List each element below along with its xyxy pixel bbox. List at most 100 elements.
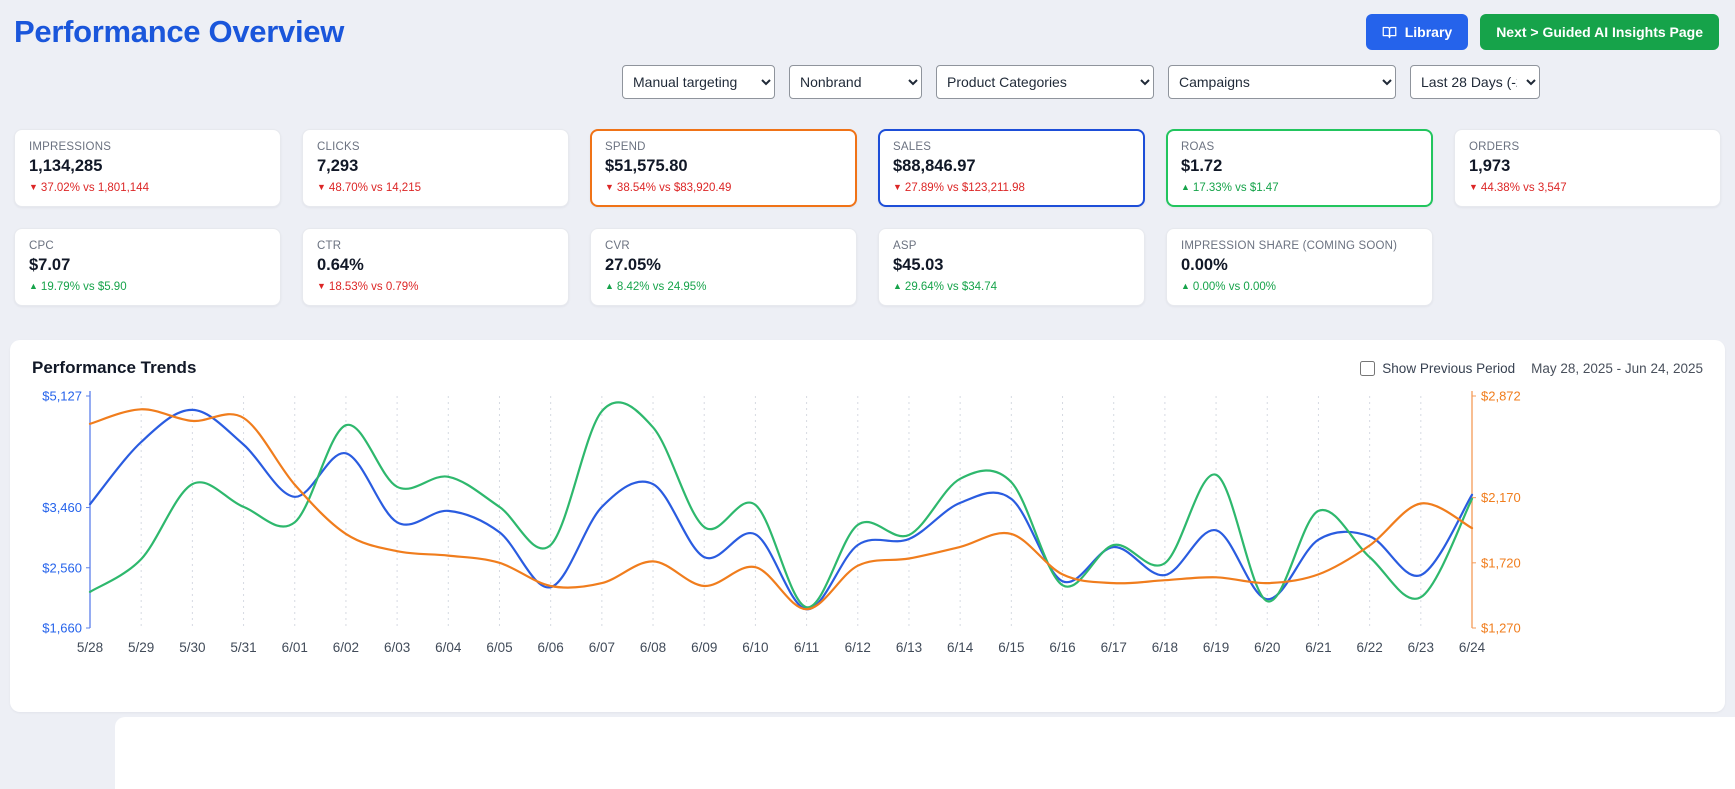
kpi-card-impression-share-coming-soon[interactable]: IMPRESSION SHARE (COMING SOON) 0.00% ▲ 0.00… bbox=[1166, 228, 1433, 306]
library-button-label: Library bbox=[1404, 24, 1453, 40]
kpi-delta-text: 19.79% vs $5.90 bbox=[40, 281, 127, 293]
date-range-text: May 28, 2025 - Jun 24, 2025 bbox=[1531, 360, 1703, 376]
x-axis-label: 6/24 bbox=[1459, 640, 1486, 655]
kpi-value: $51,575.80 bbox=[605, 157, 688, 175]
down-arrow-icon: ▼ bbox=[893, 182, 902, 192]
trend-header: Performance Trends Show Previous Period … bbox=[32, 358, 1703, 378]
x-axis-label: 6/01 bbox=[282, 640, 308, 655]
kpi-row-2: CPC $7.07 ▲ 19.79% vs $5.90 CTR 0.64% ▼ 18.53% … bbox=[14, 228, 1721, 306]
x-axis-label: 6/13 bbox=[896, 640, 922, 655]
up-arrow-icon: ▲ bbox=[1181, 281, 1190, 291]
kpi-delta: ▼ 44.38% vs 3,547 bbox=[1469, 182, 1706, 194]
kpi-label: ORDERS bbox=[1469, 141, 1520, 153]
kpi-card-clicks[interactable]: CLICKS 7,293 ▼ 48.70% vs 14,215 bbox=[302, 129, 569, 207]
up-arrow-icon: ▲ bbox=[1181, 182, 1190, 192]
kpi-value: 0.00% bbox=[1181, 256, 1228, 274]
campaigns-select[interactable]: Campaigns bbox=[1168, 65, 1396, 99]
top-bar: Performance Overview Library Next > Guid… bbox=[0, 0, 1735, 50]
x-axis-label: 5/31 bbox=[230, 640, 256, 655]
next-guided-ai-insights-button[interactable]: Next > Guided AI Insights Page bbox=[1480, 14, 1719, 50]
down-arrow-icon: ▼ bbox=[317, 281, 326, 291]
kpi-delta-text: 38.54% vs $83,920.49 bbox=[616, 182, 732, 194]
kpi-label: CPC bbox=[29, 240, 54, 252]
kpi-value: 1,134,285 bbox=[29, 157, 103, 175]
x-axis-label: 6/02 bbox=[333, 640, 359, 655]
show-previous-period-control: Show Previous Period bbox=[1360, 360, 1515, 376]
kpi-card-impressions[interactable]: IMPRESSIONS 1,134,285 ▼ 37.02% vs 1,801,144 bbox=[14, 129, 281, 207]
x-axis-label: 6/21 bbox=[1305, 640, 1331, 655]
filter-bar: Manual targeting Nonbrand Product Catego… bbox=[0, 65, 1540, 99]
kpi-card-roas[interactable]: ROAS $1.72 ▲ 17.33% vs $1.47 bbox=[1166, 129, 1433, 207]
date-range-select[interactable]: Last 28 Days (-2) bbox=[1410, 65, 1540, 99]
kpi-card-asp[interactable]: ASP $45.03 ▲ 29.64% vs $34.74 bbox=[878, 228, 1145, 306]
kpi-delta: ▲ 0.00% vs 0.00% bbox=[1181, 281, 1418, 293]
x-axis-label: 6/07 bbox=[589, 640, 615, 655]
trends-line-chart[interactable]: $5,127 $3,460 $2,560 $1,660 $2,872 $2,170 $1,7… bbox=[32, 386, 1703, 678]
x-axis-label: 5/28 bbox=[77, 640, 103, 655]
kpi-card-cpc[interactable]: CPC $7.07 ▲ 19.79% vs $5.90 bbox=[14, 228, 281, 306]
kpi-value: 7,293 bbox=[317, 157, 359, 175]
x-axis-label: 6/23 bbox=[1408, 640, 1434, 655]
left-axis-tick-label: $1,660 bbox=[42, 621, 82, 636]
left-axis-tick-label: $2,560 bbox=[42, 560, 82, 575]
x-axis-label: 6/14 bbox=[947, 640, 974, 655]
x-axis-label: 6/18 bbox=[1152, 640, 1178, 655]
next-button-label: Next > Guided AI Insights Page bbox=[1496, 24, 1703, 40]
kpi-value: 27.05% bbox=[605, 256, 661, 274]
x-axis-label: 5/29 bbox=[128, 640, 154, 655]
up-arrow-icon: ▲ bbox=[605, 281, 614, 291]
down-arrow-icon: ▼ bbox=[317, 182, 326, 192]
kpi-delta-text: 8.42% vs 24.95% bbox=[616, 281, 707, 293]
product-categories-select[interactable]: Product Categories bbox=[936, 65, 1154, 99]
series-line-spend[interactable] bbox=[88, 408, 1474, 611]
kpi-delta: ▼ 38.54% vs $83,920.49 bbox=[605, 182, 842, 194]
kpi-delta-text: 18.53% vs 0.79% bbox=[328, 281, 419, 293]
x-axis-label: 6/04 bbox=[435, 640, 462, 655]
targeting-type-select[interactable]: Manual targeting bbox=[622, 65, 775, 99]
book-icon bbox=[1382, 25, 1397, 40]
kpi-value: 0.64% bbox=[317, 256, 364, 274]
performance-overview-page: Performance Overview Library Next > Guid… bbox=[0, 0, 1735, 789]
x-axis-label: 6/09 bbox=[691, 640, 717, 655]
kpi-value: 1,973 bbox=[1469, 157, 1511, 175]
kpi-value: $88,846.97 bbox=[893, 157, 976, 175]
x-axis-label: 6/06 bbox=[538, 640, 564, 655]
up-arrow-icon: ▲ bbox=[29, 281, 38, 291]
kpi-card-spend[interactable]: SPEND $51,575.80 ▼ 38.54% vs $83,920.49 bbox=[590, 129, 857, 207]
kpi-delta: ▼ 18.53% vs 0.79% bbox=[317, 281, 554, 293]
show-previous-period-checkbox[interactable] bbox=[1360, 360, 1376, 376]
trend-title: Performance Trends bbox=[32, 358, 197, 377]
kpi-card-ctr[interactable]: CTR 0.64% ▼ 18.53% vs 0.79% bbox=[302, 228, 569, 306]
kpi-card-orders[interactable]: ORDERS 1,973 ▼ 44.38% vs 3,547 bbox=[1454, 129, 1721, 207]
series-line-sales[interactable] bbox=[88, 408, 1474, 611]
brand-type-select[interactable]: Nonbrand bbox=[789, 65, 922, 99]
down-arrow-icon: ▼ bbox=[29, 182, 38, 192]
down-arrow-icon: ▼ bbox=[1469, 182, 1478, 192]
kpi-delta-text: 44.38% vs 3,547 bbox=[1480, 182, 1567, 194]
x-axis-label: 5/30 bbox=[179, 640, 205, 655]
left-axis-tick-label: $3,460 bbox=[42, 500, 82, 515]
x-axis-label: 6/16 bbox=[1049, 640, 1075, 655]
x-axis-label: 6/03 bbox=[384, 640, 410, 655]
trend-controls: Show Previous Period May 28, 2025 - Jun … bbox=[1360, 360, 1703, 376]
left-axis-tick-label: $5,127 bbox=[42, 389, 82, 404]
kpi-card-cvr[interactable]: CVR 27.05% ▲ 8.42% vs 24.95% bbox=[590, 228, 857, 306]
kpi-card-sales[interactable]: SALES $88,846.97 ▼ 27.89% vs $123,211.98 bbox=[878, 129, 1145, 207]
kpi-delta-text: 17.33% vs $1.47 bbox=[1192, 182, 1279, 194]
kpi-delta-text: 29.64% vs $34.74 bbox=[904, 281, 997, 293]
kpi-label: IMPRESSIONS bbox=[29, 141, 112, 153]
top-buttons: Library Next > Guided AI Insights Page bbox=[1365, 14, 1719, 50]
right-axis-tick-label: $1,270 bbox=[1481, 621, 1521, 636]
x-axis-label: 6/15 bbox=[998, 640, 1024, 655]
kpi-delta-text: 27.89% vs $123,211.98 bbox=[904, 182, 1025, 194]
page-title: Performance Overview bbox=[14, 14, 345, 49]
kpi-delta-text: 48.70% vs 14,215 bbox=[328, 182, 421, 194]
kpi-value: $45.03 bbox=[893, 256, 944, 274]
kpi-delta: ▲ 8.42% vs 24.95% bbox=[605, 281, 842, 293]
x-axis-label: 6/10 bbox=[742, 640, 768, 655]
right-axis-tick-label: $1,720 bbox=[1481, 555, 1521, 570]
performance-trends-card: Performance Trends Show Previous Period … bbox=[10, 340, 1725, 712]
library-button[interactable]: Library bbox=[1365, 14, 1469, 50]
kpi-delta-text: 37.02% vs 1,801,144 bbox=[40, 182, 149, 194]
kpi-delta: ▲ 19.79% vs $5.90 bbox=[29, 281, 266, 293]
